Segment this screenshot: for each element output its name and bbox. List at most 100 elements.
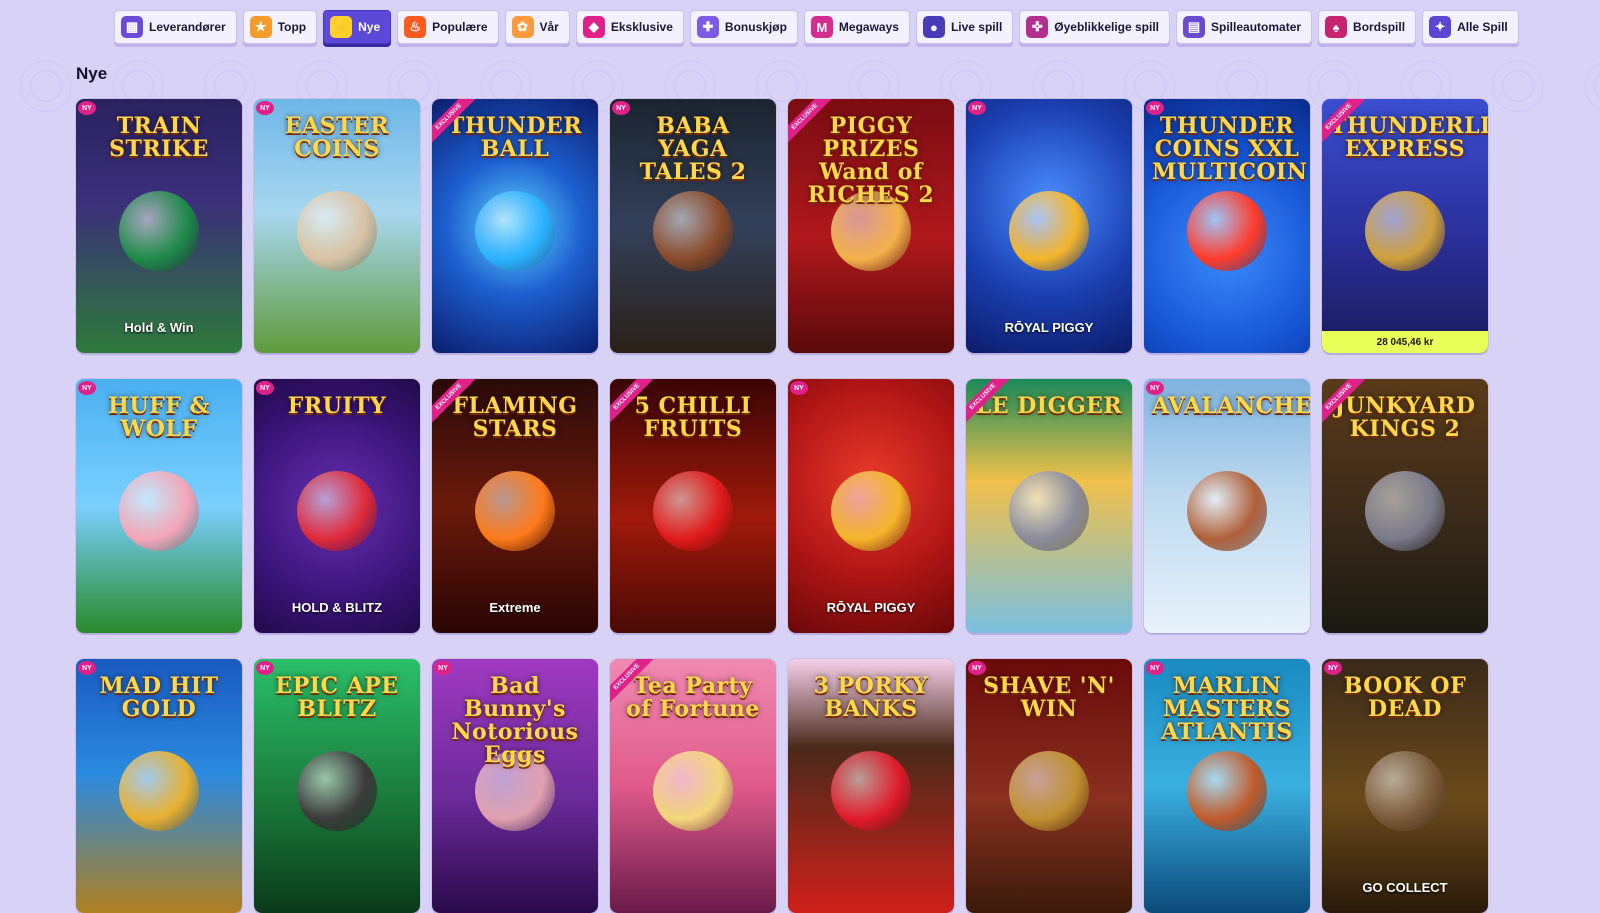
game-title: FLAMING STARS bbox=[452, 393, 578, 443]
nav-item-topp[interactable]: ★ Topp bbox=[242, 10, 318, 44]
game-art-emblem bbox=[831, 471, 911, 552]
new-badge: NY bbox=[968, 101, 986, 115]
game-title: THUNDER BALL bbox=[447, 113, 583, 163]
game-card[interactable]: MARLIN MASTERS ATLANTIS NY bbox=[1144, 659, 1310, 913]
game-art-emblem bbox=[1365, 751, 1445, 832]
butterfly-icon: ✿ bbox=[511, 16, 534, 38]
game-card[interactable]: BOOK OF DEAD GO COLLECT NY bbox=[1322, 659, 1488, 913]
slot-machine-icon: ▤ bbox=[1183, 16, 1206, 38]
nav-item-megaways[interactable]: M Megaways bbox=[803, 10, 910, 44]
game-title: SHAVE 'N' WIN bbox=[983, 673, 1115, 723]
nav-item-bordspill[interactable]: ♠ Bordspill bbox=[1318, 10, 1417, 44]
fire-icon: ♨ bbox=[404, 16, 427, 38]
cards-icon: ♠ bbox=[1325, 16, 1348, 38]
new-badge: NY bbox=[1324, 661, 1342, 675]
game-art-emblem bbox=[475, 471, 555, 552]
nav-item-populære[interactable]: ♨ Populære bbox=[397, 10, 499, 44]
nav-item-eksklusive[interactable]: ◆ Eksklusive bbox=[575, 10, 684, 44]
game-card[interactable]: Tea Party of Fortune EXCLUSIVE bbox=[610, 659, 776, 913]
nav-item-label: Leverandører bbox=[149, 20, 226, 34]
gamepad-icon: ✜ bbox=[1026, 16, 1049, 38]
game-card[interactable]: THUNDER BALL EXCLUSIVE bbox=[432, 99, 598, 353]
game-subtitle: Extreme bbox=[489, 600, 541, 615]
game-card[interactable]: BABA YAGA TALES 2 NY bbox=[610, 99, 776, 353]
game-card[interactable]: RŌYAL PIGGY NY bbox=[966, 99, 1132, 353]
megaways-icon: M bbox=[810, 16, 833, 38]
new-badge: NY bbox=[78, 101, 96, 115]
game-title: FRUITY bbox=[287, 393, 387, 419]
nav-item-spilleautomater[interactable]: ▤ Spilleautomater bbox=[1176, 10, 1313, 44]
new-badge: NY bbox=[1146, 661, 1164, 675]
nav-item-label: Live spill bbox=[950, 20, 1003, 34]
game-subtitle: RŌYAL PIGGY bbox=[1004, 320, 1094, 335]
new-badge: NY bbox=[434, 661, 452, 675]
gift-icon: ✚ bbox=[696, 16, 719, 38]
nav-item-label: Eksklusive bbox=[610, 20, 673, 34]
game-art-emblem bbox=[1009, 471, 1089, 552]
new-badge: NY bbox=[790, 381, 808, 395]
game-card[interactable]: FLAMING STARS Extreme EXCLUSIVE bbox=[432, 379, 598, 633]
nav-item-label: Populære bbox=[432, 20, 488, 34]
nav-item-label: Bordspill bbox=[1353, 20, 1406, 34]
nav-item-label: Vår bbox=[539, 20, 559, 34]
game-title: 3 PORKY BANKS bbox=[813, 673, 929, 723]
game-grid: TRAIN STRIKE Hold & Win NY EASTER COINS NY TH… bbox=[76, 99, 1488, 913]
game-card[interactable]: EPIC APE BLITZ NY bbox=[254, 659, 420, 913]
new-badge: NY bbox=[1146, 101, 1164, 115]
game-card[interactable]: THUNDERLINE EXPRESSEXCLUSIVE28 045,46 kr bbox=[1322, 99, 1488, 353]
nav-item-alle-spill[interactable]: ✦ Alle Spill bbox=[1422, 10, 1519, 44]
new-badge: NY bbox=[968, 661, 986, 675]
new-badge: NY bbox=[1146, 381, 1164, 395]
game-card[interactable]: Bad Bunny's Notorious Eggs NY bbox=[432, 659, 598, 913]
game-art-emblem bbox=[297, 751, 377, 832]
game-card[interactable]: 3 PORKY BANKS bbox=[788, 659, 954, 913]
game-art-emblem bbox=[119, 191, 199, 272]
nav-item-nye[interactable]: ⚡ Nye bbox=[323, 10, 392, 44]
game-card[interactable]: PIGGY PRIZES Wand of RICHES 2 EXCLUSIVE bbox=[788, 99, 954, 353]
game-title: MARLIN MASTERS ATLANTIS bbox=[1161, 673, 1293, 746]
game-title: BABA YAGA TALES 2 bbox=[639, 113, 747, 186]
nav-item-leverandører[interactable]: ▦ Leverandører bbox=[114, 10, 237, 44]
nav-item-øyeblikkelige-spill[interactable]: ✜ Øyeblikkelige spill bbox=[1019, 10, 1171, 44]
game-title: AVALANCHE bbox=[1152, 393, 1310, 419]
game-title: 5 CHILLI FRUITS bbox=[634, 393, 752, 443]
game-subtitle: RŌYAL PIGGY bbox=[826, 600, 916, 615]
new-badge: NY bbox=[78, 381, 96, 395]
nav-item-label: Spilleautomater bbox=[1211, 20, 1302, 34]
game-title: EPIC APE BLITZ bbox=[275, 673, 399, 723]
section-title: Nye bbox=[76, 64, 108, 83]
game-title: MAD HIT GOLD bbox=[99, 673, 219, 723]
nav-item-label: Nye bbox=[358, 20, 381, 34]
game-card[interactable]: EASTER COINS NY bbox=[254, 99, 420, 353]
game-card[interactable]: MAD HIT GOLD NY bbox=[76, 659, 242, 913]
game-card[interactable]: LE DIGGER EXCLUSIVE bbox=[966, 379, 1132, 633]
new-badge: NY bbox=[256, 661, 274, 675]
game-art-emblem bbox=[1009, 191, 1089, 272]
nav-item-live-spill[interactable]: ● Live spill bbox=[915, 10, 1014, 44]
game-card[interactable]: TRAIN STRIKE Hold & Win NY bbox=[76, 99, 242, 353]
all-games-icon: ✦ bbox=[1429, 16, 1452, 38]
game-card[interactable]: 5 CHILLI FRUITS EXCLUSIVE bbox=[610, 379, 776, 633]
game-art-emblem bbox=[1365, 471, 1445, 552]
game-card[interactable]: AVALANCHE NY bbox=[1144, 379, 1310, 633]
game-card[interactable]: FRUITY HOLD & BLITZ NY bbox=[254, 379, 420, 633]
game-card[interactable]: RŌYAL PIGGY NY bbox=[788, 379, 954, 633]
game-card[interactable]: HUFF & WOLF NY bbox=[76, 379, 242, 633]
game-title: PIGGY PRIZES Wand of RICHES 2 bbox=[807, 113, 935, 209]
game-art-emblem bbox=[653, 751, 733, 832]
game-card[interactable]: JUNKYARD KINGS 2 EXCLUSIVE bbox=[1322, 379, 1488, 633]
game-card[interactable]: THUNDER COINS XXL MULTICOIN NY bbox=[1144, 99, 1310, 353]
new-badge: NY bbox=[256, 101, 274, 115]
game-card[interactable]: SHAVE 'N' WIN NY bbox=[966, 659, 1132, 913]
nav-item-bonuskjøp[interactable]: ✚ Bonuskjøp bbox=[689, 10, 798, 44]
game-title: BOOK OF DEAD bbox=[1343, 673, 1467, 723]
nav-item-vår[interactable]: ✿ Vår bbox=[504, 10, 570, 44]
game-title: LE DIGGER bbox=[975, 393, 1123, 419]
game-art-emblem bbox=[1187, 191, 1267, 272]
new-icon: ⚡ bbox=[330, 16, 353, 38]
game-art-emblem bbox=[1187, 471, 1267, 552]
game-title: THUNDER COINS XXL MULTICOIN bbox=[1152, 113, 1308, 186]
game-art-emblem bbox=[1009, 751, 1089, 832]
nav-item-label: Alle Spill bbox=[1457, 20, 1508, 34]
game-title: Tea Party of Fortune bbox=[626, 673, 760, 723]
